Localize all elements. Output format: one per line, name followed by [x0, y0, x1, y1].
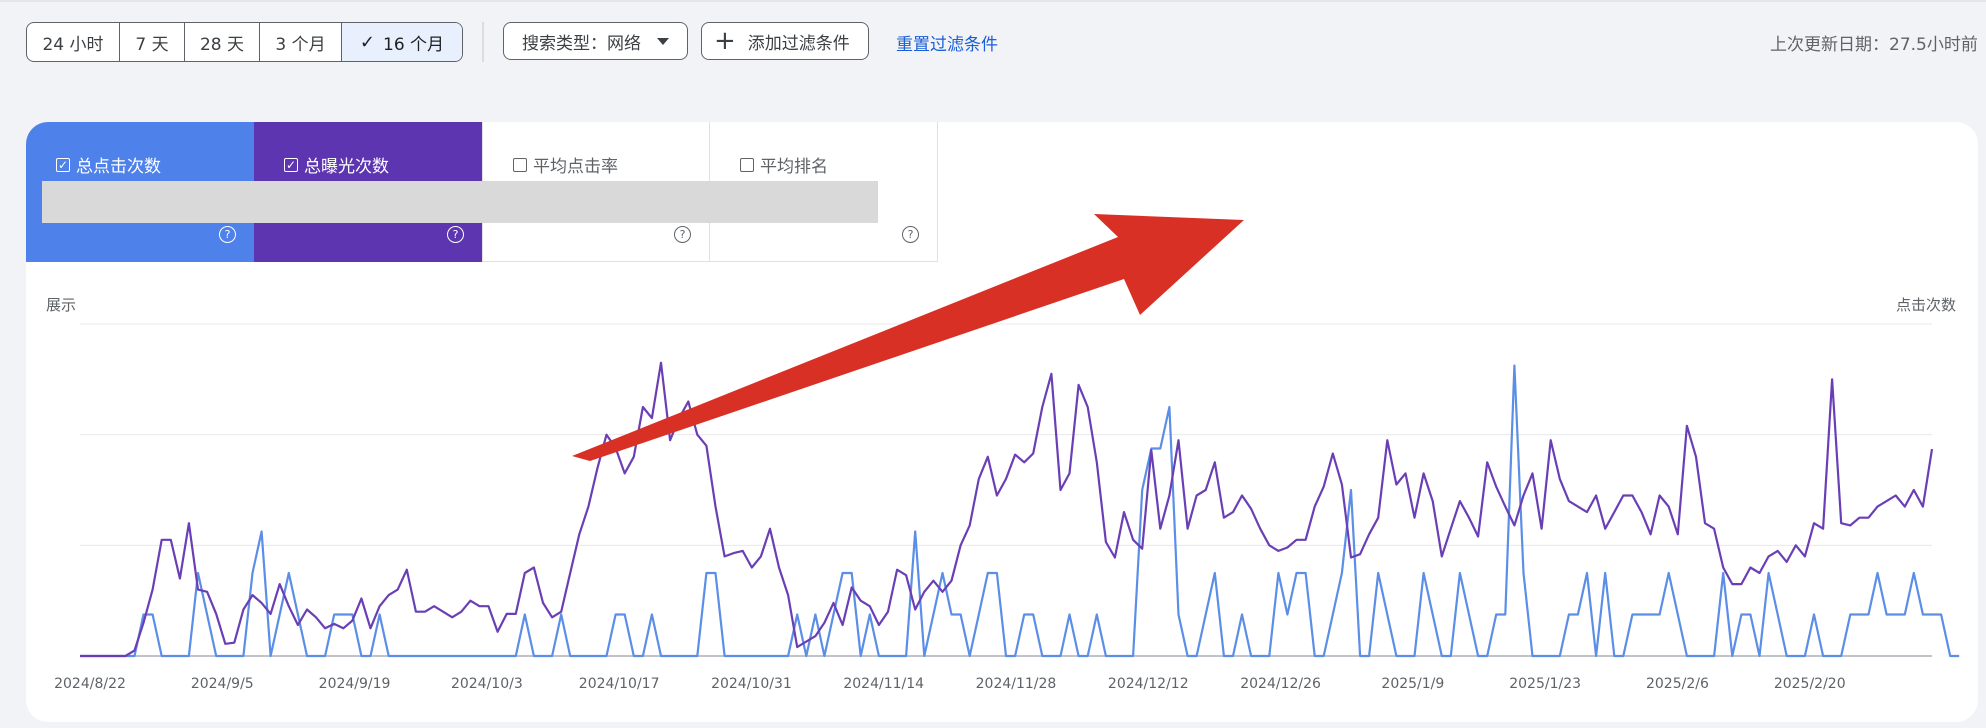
- date-range-selector: 24 小时 7 天 28 天 3 个月 ✓ 16 个月: [26, 22, 463, 62]
- check-icon: ✓: [359, 31, 376, 53]
- x-tick-label: 2025/1/23: [1509, 676, 1581, 692]
- reset-filters-link[interactable]: 重置过滤条件: [896, 22, 998, 62]
- x-tick-label: 2024/9/5: [191, 676, 254, 692]
- search-type-dropdown[interactable]: 搜索类型：网络: [503, 22, 688, 60]
- caret-down-icon: [657, 37, 669, 45]
- x-tick-label: 2024/12/12: [1108, 676, 1189, 692]
- x-tick-label: 2025/1/9: [1381, 676, 1444, 692]
- range-28d-button[interactable]: 28 天: [185, 23, 260, 61]
- last-update-text: 上次更新日期：27.5小时前: [1770, 34, 1978, 55]
- top-divider: [0, 0, 1986, 2]
- filter-toolbar: 24 小时 7 天 28 天 3 个月 ✓ 16 个月 搜索类型：网络 + 添加…: [26, 22, 1986, 62]
- toolbar-divider: [482, 22, 484, 62]
- x-tick-label: 2024/11/28: [976, 676, 1057, 692]
- x-tick-label: 2024/10/31: [711, 676, 792, 692]
- x-tick-label: 2024/12/26: [1240, 676, 1321, 692]
- clicks-series-line: [80, 364, 1960, 658]
- plus-icon: +: [714, 26, 736, 56]
- performance-card: ✓ 总点击次数 ? ✓ 总曝光次数 ? 平均点击率 ? 平均排名 ? 展示 点击次数…: [26, 122, 1978, 722]
- range-24h-button[interactable]: 24 小时: [27, 23, 120, 61]
- x-tick-label: 2024/9/19: [319, 676, 391, 692]
- add-filter-label: 添加过滤条件: [747, 33, 850, 54]
- range-7d-button[interactable]: 7 天: [120, 23, 185, 61]
- x-tick-label: 2024/11/14: [843, 676, 924, 692]
- x-tick-label: 2025/2/20: [1774, 676, 1846, 692]
- range-3m-button[interactable]: 3 个月: [260, 23, 342, 61]
- annotation-arrow: [572, 214, 1244, 461]
- performance-chart: 2024/8/22 2024/9/5 2024/9/19 2024/10/3 2024/…: [54, 214, 1960, 692]
- x-tick-label: 2025/2/6: [1646, 676, 1709, 692]
- x-tick-label: 2024/8/22: [54, 676, 126, 692]
- search-type-label: 搜索类型：网络: [522, 33, 641, 54]
- range-16m-button[interactable]: ✓ 16 个月: [342, 23, 462, 61]
- x-tick-label: 2024/10/17: [579, 676, 660, 692]
- x-tick-label: 2024/10/3: [451, 676, 523, 692]
- add-filter-button[interactable]: + 添加过滤条件: [701, 22, 869, 60]
- impressions-series-line: [80, 361, 1934, 658]
